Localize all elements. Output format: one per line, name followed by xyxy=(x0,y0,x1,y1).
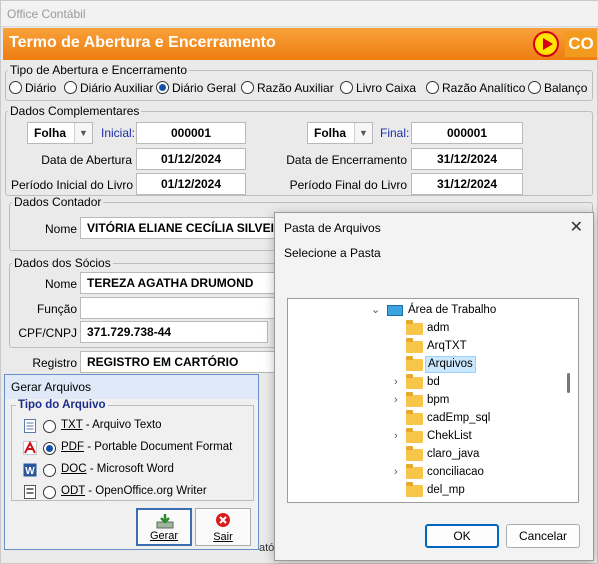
chevron-down-icon[interactable]: ⌄ xyxy=(371,302,381,319)
final-label: Final: xyxy=(380,126,410,140)
radio-diario-auxiliar[interactable] xyxy=(64,81,77,94)
chevron-right-icon[interactable]: › xyxy=(394,428,404,445)
data-encerramento-field[interactable]: 31/12/2024 xyxy=(411,148,523,170)
ok-button[interactable]: OK xyxy=(425,524,499,548)
chevron-down-icon[interactable]: ▼ xyxy=(354,123,372,143)
word-icon: W xyxy=(23,463,37,477)
tipo-option-diario[interactable]: Diário xyxy=(9,81,56,95)
folder-icon xyxy=(406,392,423,407)
tipo-option-diario-auxiliar[interactable]: Diário Auxiliar xyxy=(64,81,153,95)
contador-nome-field[interactable]: VITÓRIA ELIANE CECÍLIA SILVEIRA xyxy=(80,217,290,239)
periodo-final-label: Período Final do Livro xyxy=(289,178,407,192)
radio-diario[interactable] xyxy=(9,81,22,94)
registro-field[interactable]: REGISTRO EM CARTÓRIO xyxy=(80,351,290,373)
chevron-right-icon[interactable]: › xyxy=(394,464,404,481)
desktop-icon xyxy=(387,305,403,316)
text-file-icon xyxy=(24,419,36,433)
play-logo-icon xyxy=(533,31,559,57)
close-icon[interactable]: ✕ xyxy=(570,217,583,237)
data-abertura-field[interactable]: 01/12/2024 xyxy=(136,148,246,170)
folder-icon xyxy=(406,320,423,335)
radio-odt[interactable] xyxy=(43,486,56,499)
contador-nome-label: Nome xyxy=(44,222,77,236)
inicial-field[interactable]: 000001 xyxy=(136,122,246,144)
radio-balanco[interactable] xyxy=(528,81,541,94)
folder-icon xyxy=(406,374,423,389)
tipo-option-balanco[interactable]: Balanço xyxy=(528,81,587,95)
folder-icon xyxy=(406,410,423,425)
odt-file-icon xyxy=(24,485,36,499)
contador-legend: Dados Contador xyxy=(14,195,102,209)
pdf-icon xyxy=(23,441,37,455)
folder-tree[interactable]: ⌄ Área de Trabalho adm ArqTXT Arquivos ›… xyxy=(287,298,579,503)
periodo-final-field[interactable]: 31/12/2024 xyxy=(411,173,523,195)
folder-icon xyxy=(406,428,423,443)
funcao-field[interactable] xyxy=(80,297,290,319)
svg-text:W: W xyxy=(25,466,35,477)
sair-button[interactable]: Sair xyxy=(195,508,251,546)
final-field[interactable]: 000001 xyxy=(411,122,523,144)
radio-diario-geral[interactable] xyxy=(156,81,169,94)
gerar-dialog: Gerar Arquivos Tipo do Arquivo TXT - Arq… xyxy=(4,374,259,550)
data-encerramento-label: Data de Encerramento xyxy=(286,153,407,167)
data-abertura-label: Data de Abertura xyxy=(41,153,132,167)
chevron-down-icon[interactable]: ▼ xyxy=(74,123,92,143)
tipo-option-diario-geral[interactable]: Diário Geral xyxy=(156,81,236,95)
periodo-inicial-field[interactable]: 01/12/2024 xyxy=(136,173,246,195)
cpf-field[interactable]: 371.729.738-44 xyxy=(80,321,268,343)
chevron-right-icon[interactable]: › xyxy=(394,374,404,391)
cpf-label: CPF/CNPJ xyxy=(18,326,77,340)
radio-pdf[interactable] xyxy=(43,442,56,455)
inicial-label: Inicial: xyxy=(101,126,136,140)
radio-doc[interactable] xyxy=(43,464,56,477)
close-circle-icon xyxy=(216,513,230,527)
folder-icon xyxy=(406,464,423,479)
folder-dialog-title: Pasta de Arquivos xyxy=(284,221,381,235)
folder-icon xyxy=(406,446,423,461)
window-title: Office Contábil xyxy=(7,7,86,21)
gerar-button[interactable]: Gerar xyxy=(136,508,192,546)
tree-scrollbar[interactable] xyxy=(567,373,570,393)
tipo-arquivo-legend: Tipo do Arquivo xyxy=(16,399,108,411)
socios-legend: Dados dos Sócios xyxy=(14,256,111,270)
page-title: Termo de Abertura e Encerramento xyxy=(9,34,276,51)
tipo-option-razao-auxiliar[interactable]: Razão Auxiliar xyxy=(241,81,334,95)
registro-label: Registro xyxy=(32,356,77,370)
tipo-legend: Tipo de Abertura e Encerramento xyxy=(10,63,187,77)
download-tray-icon xyxy=(156,514,174,529)
radio-livro-caixa[interactable] xyxy=(340,81,353,94)
folder-dialog: Pasta de Arquivos ✕ Selecione a Pasta ⌄ … xyxy=(274,212,594,561)
periodo-inicial-label: Período Inicial do Livro xyxy=(11,178,134,192)
folder-dialog-prompt: Selecione a Pasta xyxy=(284,246,381,260)
socio-nome-label: Nome xyxy=(44,277,77,291)
socio-nome-field[interactable]: TEREZA AGATHA DRUMOND xyxy=(80,272,290,294)
gerar-dialog-title: Gerar Arquivos xyxy=(5,375,258,399)
co-logo: CO xyxy=(565,31,597,57)
radio-razao-auxiliar[interactable] xyxy=(241,81,254,94)
header-banner: Termo de Abertura e Encerramento CO xyxy=(3,28,597,60)
folder-icon xyxy=(406,482,423,497)
chevron-right-icon[interactable]: › xyxy=(394,392,404,409)
tipo-option-razao-analitico[interactable]: Razão Analítico xyxy=(426,81,525,95)
folder-icon xyxy=(406,338,423,353)
radio-txt[interactable] xyxy=(43,420,56,433)
folder-icon xyxy=(406,356,423,371)
title-bar: Office Contábil xyxy=(1,1,598,27)
radio-razao-analitico[interactable] xyxy=(426,81,439,94)
complementares-legend: Dados Complementares xyxy=(10,104,140,118)
tipo-option-livro-caixa[interactable]: Livro Caixa xyxy=(340,81,416,95)
left-type-select[interactable]: Folha ▼ xyxy=(27,122,93,144)
funcao-label: Função xyxy=(36,302,77,316)
cancel-button[interactable]: Cancelar xyxy=(506,524,580,548)
right-type-select[interactable]: Folha ▼ xyxy=(307,122,373,144)
